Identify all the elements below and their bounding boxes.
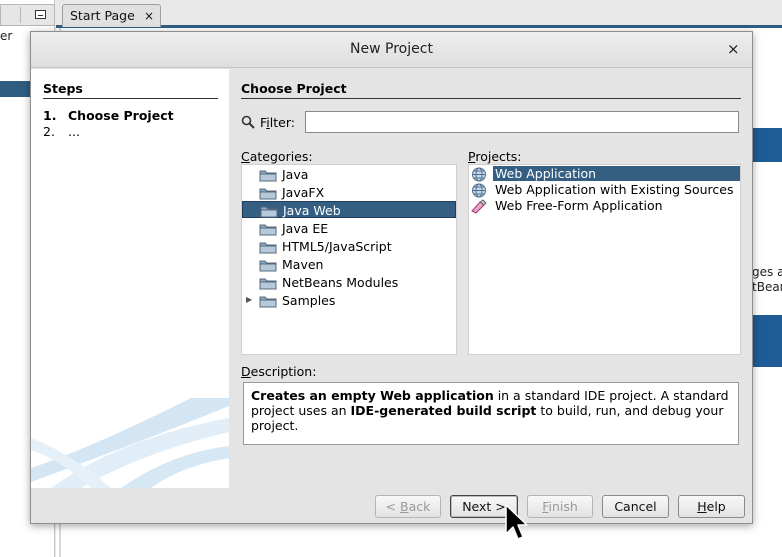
folder-icon — [259, 296, 277, 308]
expand-arrow-icon[interactable]: ▶ — [246, 295, 252, 304]
cancel-button[interactable]: Cancel — [602, 495, 669, 518]
project-item-web-free-form[interactable]: Web Free-Form Application — [469, 198, 740, 214]
step-number: 1. — [43, 108, 57, 123]
search-icon — [241, 115, 255, 129]
back-button-mnemonic: B — [400, 499, 409, 514]
categories-label: Categories: — [241, 149, 313, 164]
category-label: Java — [282, 167, 309, 182]
category-item-samples[interactable]: ▶ Samples — [242, 292, 456, 309]
folder-icon — [259, 224, 277, 236]
start-page-banner — [752, 315, 782, 367]
project-label: Web Free-Form Application — [495, 198, 663, 213]
folder-icon — [259, 170, 277, 182]
project-item-web-existing-sources[interactable]: Web Application with Existing Sources — [469, 182, 740, 198]
description-label-mnemonic: D — [241, 364, 251, 379]
back-button-label: ack — [408, 499, 431, 514]
category-item-html5[interactable]: HTML5/JavaScript — [242, 238, 456, 255]
step-next: 2.... — [43, 124, 80, 139]
step-label: ... — [68, 124, 80, 139]
category-label: Samples — [282, 293, 336, 308]
editor-tab-underline — [56, 25, 782, 28]
panel-selected-row — [0, 81, 30, 97]
start-page-banner — [752, 128, 782, 162]
tab-start-page[interactable]: Start Page × — [62, 4, 161, 27]
tab-close-icon[interactable]: × — [144, 9, 154, 23]
help-button-label: elp — [706, 499, 726, 514]
freeform-icon — [471, 199, 487, 214]
category-item-java[interactable]: Java — [242, 166, 456, 183]
folder-icon — [260, 206, 278, 218]
filter-label: Filter: — [260, 115, 295, 130]
category-item-java-web[interactable]: Java Web — [242, 201, 456, 218]
category-label: JavaFX — [282, 185, 325, 200]
help-button[interactable]: Help — [678, 495, 745, 518]
folder-icon — [259, 242, 277, 254]
categories-label-mnemonic: C — [241, 149, 250, 164]
dialog-close-button[interactable]: × — [727, 40, 740, 58]
steps-panel: Steps 1. Choose Project 2.... — [31, 69, 229, 488]
project-label: Web Application with Existing Sources — [495, 182, 734, 197]
projects-panel-header — [0, 4, 55, 26]
category-label: Maven — [282, 257, 324, 272]
mouse-pointer-icon — [505, 504, 528, 540]
dialog-titlebar[interactable]: New Project × — [31, 32, 752, 68]
step-number: 2. — [43, 124, 55, 139]
tab-start-page-label: Start Page — [70, 8, 135, 23]
description-box: Creates an empty Web application in a st… — [243, 382, 739, 445]
category-item-netbeans-modules[interactable]: NetBeans Modules — [242, 274, 456, 291]
category-item-java-ee[interactable]: Java EE — [242, 220, 456, 237]
panel-text-fragment: er — [0, 29, 13, 43]
dialog-title: New Project — [350, 41, 433, 57]
category-item-javafx[interactable]: JavaFX — [242, 184, 456, 201]
new-project-dialog: New Project × Steps 1. Choose Project 2..… — [30, 31, 753, 524]
start-page-text-line: ges a — [752, 265, 782, 279]
step-choose-project: 1. Choose Project — [43, 108, 174, 123]
filter-input[interactable] — [305, 111, 739, 133]
folder-icon — [259, 278, 277, 290]
projects-label-part: rojects: — [475, 149, 522, 164]
back-button[interactable]: < Back — [375, 495, 441, 518]
panel-divider — [20, 7, 21, 23]
project-label: Web Application — [493, 166, 740, 181]
finish-button-label: inish — [548, 499, 578, 514]
minimize-window-icon[interactable] — [35, 10, 46, 19]
help-button-mnemonic: H — [697, 499, 707, 514]
finish-button[interactable]: Finish — [527, 495, 593, 518]
projects-label: Projects: — [468, 149, 522, 164]
folder-icon — [259, 260, 277, 272]
category-label: Java EE — [282, 221, 329, 236]
project-item-web-application[interactable]: Web Application — [469, 166, 740, 182]
description-bold-text: IDE-generated build script — [350, 403, 537, 418]
globe-icon — [472, 167, 486, 182]
categories-label-part: ategories: — [249, 149, 313, 164]
globe-icon — [472, 183, 486, 198]
start-page-text: ges a tBean — [752, 265, 782, 295]
description-label: Description: — [241, 364, 316, 379]
categories-tree[interactable]: Java JavaFX Java Web Java EE HTML5/JavaS… — [241, 164, 457, 355]
step-label: Choose Project — [68, 108, 174, 123]
folder-icon — [259, 188, 277, 200]
category-item-maven[interactable]: Maven — [242, 256, 456, 273]
wizard-decoration-graphic — [31, 398, 229, 488]
filter-label-part: lter: — [269, 115, 295, 130]
description-label-part: escription: — [250, 364, 317, 379]
category-label: Java Web — [283, 203, 341, 218]
back-button-prefix: < — [385, 499, 401, 514]
page-heading: Choose Project — [241, 81, 741, 99]
steps-heading: Steps — [43, 81, 218, 99]
category-label: NetBeans Modules — [282, 275, 399, 290]
projects-list[interactable]: Web Application Web Application with Exi… — [468, 164, 741, 355]
category-label: HTML5/JavaScript — [282, 239, 392, 254]
start-page-text-line: tBean — [752, 280, 782, 294]
description-bold-text: Creates an empty Web application — [251, 388, 494, 403]
